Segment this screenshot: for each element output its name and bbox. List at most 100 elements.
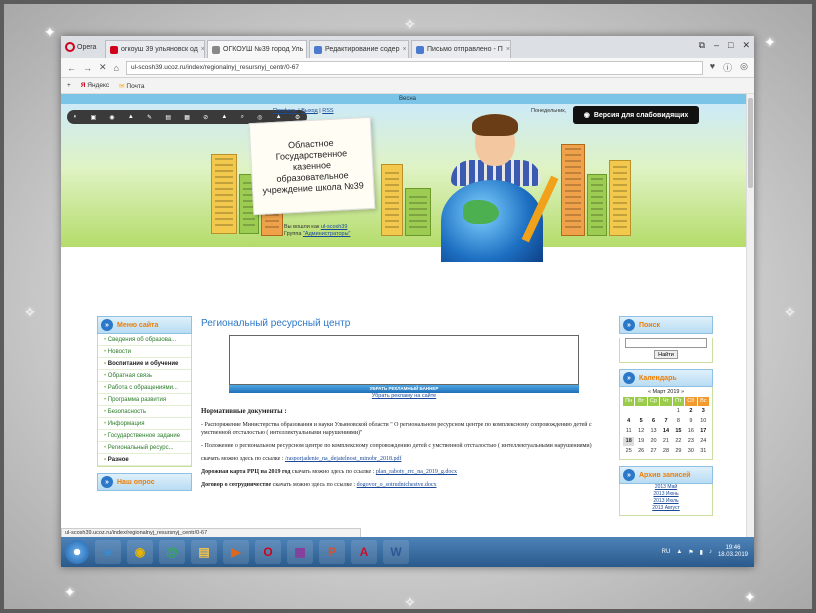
profile-link[interactable]: Профиль <box>273 108 297 114</box>
ad-banner[interactable] <box>229 335 579 385</box>
tab-close-icon[interactable]: × <box>201 46 204 53</box>
tray-expand-icon[interactable]: ▲ <box>676 549 682 555</box>
tab-close-icon[interactable]: × <box>306 46 307 53</box>
taskbar-powerpoint-icon[interactable]: P <box>319 540 345 564</box>
search-input[interactable] <box>625 338 707 348</box>
accessibility-tool-icon[interactable]: ✎ <box>147 114 152 121</box>
calendar-day[interactable]: 31 <box>698 447 709 456</box>
calendar-day[interactable]: 19 <box>635 437 646 446</box>
menu-item[interactable]: Региональный ресурс... <box>98 442 191 454</box>
minimize-icon[interactable]: – <box>714 40 719 51</box>
calendar-day[interactable]: 15 <box>673 427 684 436</box>
browser-tab[interactable]: огкоуш 39 ульяновск од × <box>105 40 205 58</box>
forward-icon[interactable]: → <box>83 63 92 73</box>
accessibility-tool-icon[interactable]: ◎ <box>257 114 262 121</box>
remove-banner-button[interactable]: УБРАТЬ РЕКЛАМНЫЙ БАННЕР <box>229 385 579 393</box>
bookmark-yandex[interactable]: Я Яндекс <box>81 82 109 89</box>
volume-icon[interactable]: ♪ <box>709 549 712 555</box>
calendar-day[interactable]: 21 <box>660 437 671 446</box>
tab-close-icon[interactable]: × <box>402 46 406 53</box>
calendar-day[interactable]: 9 <box>685 417 696 426</box>
tab-close-icon[interactable]: × <box>506 46 510 53</box>
close-window-icon[interactable]: ✕ <box>742 40 750 51</box>
stop-icon[interactable]: ✕ <box>99 62 107 73</box>
account-icon[interactable]: ◎ <box>740 61 748 74</box>
calendar-day[interactable]: 11 <box>623 427 634 436</box>
accessibility-tool-icon[interactable]: ⊘ <box>203 114 208 121</box>
browser-tab[interactable]: Редактирование содер × <box>309 40 409 58</box>
restore-icon[interactable]: ⧉ <box>699 40 705 51</box>
calendar-day[interactable]: 7 <box>660 417 671 426</box>
calendar-day[interactable]: 28 <box>660 447 671 456</box>
browser-tab[interactable]: Письмо отправлено - П × <box>411 40 511 58</box>
menu-item[interactable]: Государственное задание <box>98 430 191 442</box>
taskbar-chrome-icon[interactable]: ◉ <box>127 540 153 564</box>
calendar-month[interactable]: « Март 2019 » <box>620 387 712 397</box>
taskbar-ie-icon[interactable]: e <box>95 540 121 564</box>
menu-item[interactable]: Информация <box>98 418 191 430</box>
archive-link[interactable]: 2013 Июль <box>620 498 712 505</box>
bookmark-mail[interactable]: ✉ Почта <box>119 82 144 90</box>
accessibility-tool-icon[interactable]: ▦ <box>184 114 190 121</box>
calendar-day[interactable]: 24 <box>698 437 709 446</box>
calendar-day[interactable]: 6 <box>648 417 659 426</box>
menu-item[interactable]: Воспитание и обучение <box>98 358 191 370</box>
roadmap-download-link[interactable]: plan_raboty_rrc_na_2019_g.docx <box>376 469 457 475</box>
accessibility-tool-icon[interactable]: ⌕ <box>241 114 244 121</box>
calendar-day[interactable]: 23 <box>685 437 696 446</box>
back-icon[interactable]: ← <box>67 63 76 73</box>
accessibility-tool-icon[interactable]: ▲ <box>128 114 134 120</box>
start-button[interactable] <box>65 540 89 564</box>
url-field[interactable]: ul-scosh39.ucoz.ru/index/regionalnyj_res… <box>125 60 703 75</box>
search-button[interactable]: Найти <box>654 350 678 359</box>
calendar-day[interactable]: 2 <box>685 407 696 416</box>
menu-item[interactable]: Программа развития <box>98 394 191 406</box>
taskbar-opera-icon[interactable]: O <box>255 540 281 564</box>
menu-item[interactable]: Новости <box>98 346 191 358</box>
accessibility-tool-icon[interactable]: ◉ <box>109 114 114 121</box>
calendar-day[interactable]: 20 <box>648 437 659 446</box>
calendar-day[interactable]: 14 <box>660 427 671 436</box>
add-bookmark-icon[interactable]: + <box>67 82 71 89</box>
accessibility-tool-icon[interactable]: ▣ <box>90 114 96 121</box>
accessibility-tool-icon[interactable]: ▲ <box>276 114 282 120</box>
calendar-day[interactable]: 4 <box>623 417 634 426</box>
calendar-day[interactable]: 12 <box>635 427 646 436</box>
maximize-icon[interactable]: □ <box>728 40 733 51</box>
network-icon[interactable]: ▮ <box>700 549 703 556</box>
archive-link[interactable]: 2013 Май <box>620 484 712 491</box>
calendar-day[interactable]: 22 <box>673 437 684 446</box>
accessibility-tool-icon[interactable]: ▲ <box>221 114 227 120</box>
menu-item[interactable]: Работа с обращениями... <box>98 382 191 394</box>
browser-tab[interactable]: ОГКОУШ №39 город Уль× <box>207 40 307 58</box>
calendar-day[interactable]: 13 <box>648 427 659 436</box>
home-icon[interactable]: ⌂ <box>114 63 119 73</box>
user-link[interactable]: ul-scosh39 <box>321 224 348 230</box>
calendar-day[interactable]: 27 <box>648 447 659 456</box>
opera-menu-button[interactable]: Opera <box>61 36 105 58</box>
calendar-day[interactable]: 10 <box>698 417 709 426</box>
clock[interactable]: 19:46 18.03.2019 <box>718 545 748 559</box>
menu-item[interactable]: Безопасность <box>98 406 191 418</box>
taskbar-mail-icon[interactable]: @ <box>159 540 185 564</box>
taskbar-media-icon[interactable]: ▶ <box>223 540 249 564</box>
accessibility-tool-icon[interactable]: ▤ <box>165 114 171 121</box>
rss-link[interactable]: RSS <box>322 108 333 114</box>
calendar-day[interactable]: 16 <box>685 427 696 436</box>
taskbar-pdf-icon[interactable]: A <box>351 540 377 564</box>
taskbar-word-icon[interactable]: W <box>383 540 409 564</box>
accessibility-tool-icon[interactable]: ◐ <box>74 114 78 120</box>
archive-link[interactable]: 2013 Август <box>620 505 712 512</box>
logout-link[interactable]: Выход <box>301 108 317 114</box>
calendar-day[interactable]: 5 <box>635 417 646 426</box>
archive-link[interactable]: 2013 Июнь <box>620 491 712 498</box>
calendar-day[interactable]: 29 <box>673 447 684 456</box>
scrollbar-thumb[interactable] <box>748 98 753 188</box>
calendar-day[interactable]: 25 <box>623 447 634 456</box>
language-indicator[interactable]: RU <box>662 549 671 555</box>
group-link[interactable]: "Администраторы" <box>303 231 351 237</box>
regulation-download-link[interactable]: /rasporjadenie_na_dejatelnost_minobr_201… <box>285 456 401 462</box>
menu-item[interactable]: Обратная связь <box>98 370 191 382</box>
menu-item[interactable]: Разное <box>98 454 191 466</box>
bookmark-heart-icon[interactable]: ♥ <box>710 61 715 74</box>
